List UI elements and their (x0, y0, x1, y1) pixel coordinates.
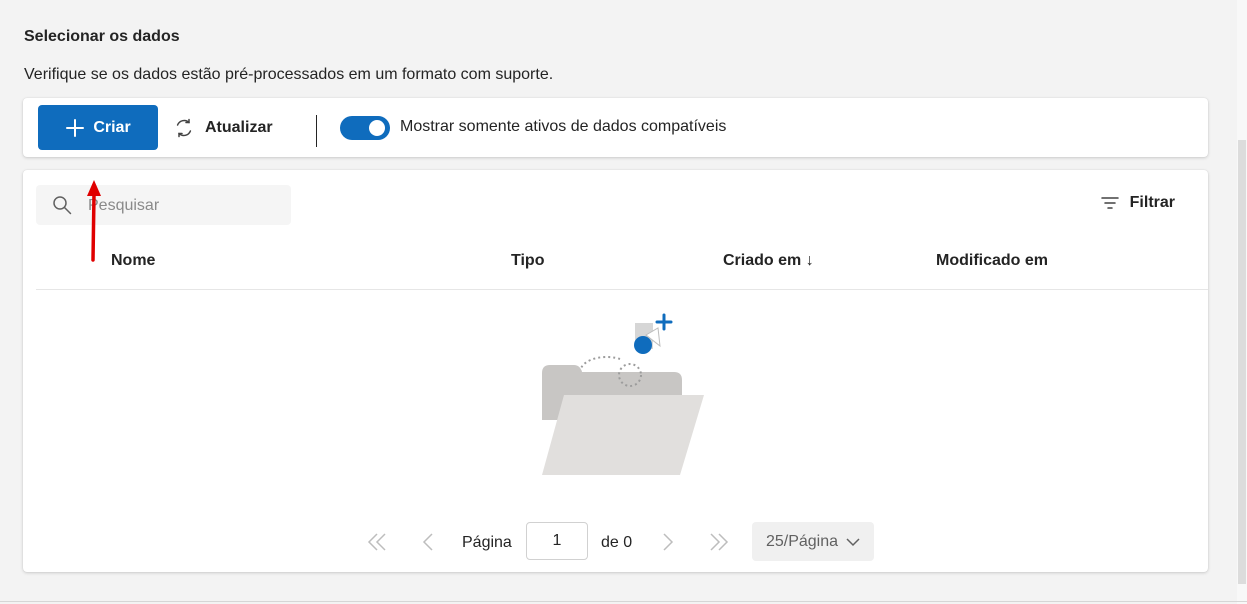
table-header-divider (36, 289, 1208, 290)
toggle-knob (369, 120, 385, 136)
scrollbar[interactable] (1237, 0, 1247, 604)
plus-icon (66, 118, 85, 137)
data-assets-panel: Filtrar Nome Tipo Criado em ↓ Modificado… (23, 170, 1208, 572)
filter-icon (1100, 197, 1119, 209)
column-header-created[interactable]: Criado em ↓ (723, 252, 814, 270)
chevron-down-icon (846, 537, 860, 546)
annotation-arrow-icon (87, 180, 101, 262)
section-description: Verifique se os dados estão pré-processa… (24, 66, 554, 83)
column-header-modified[interactable]: Modificado em (936, 252, 1048, 270)
refresh-button-label: Atualizar (205, 118, 273, 136)
column-header-name[interactable]: Nome (111, 252, 155, 270)
column-header-type[interactable]: Tipo (511, 252, 544, 270)
search-input[interactable] (86, 193, 280, 219)
scrollbar-thumb[interactable] (1238, 140, 1246, 584)
pagination: Página de 0 25/Página (23, 522, 1208, 562)
search-icon (53, 196, 72, 215)
last-page-icon[interactable] (708, 532, 730, 552)
filter-label: Filtrar (1129, 194, 1175, 211)
toggle-label: Mostrar somente ativos de dados compatív… (400, 118, 727, 135)
refresh-button[interactable]: Atualizar (173, 105, 273, 150)
bottom-divider (0, 601, 1247, 602)
empty-folder-illustration (542, 313, 704, 475)
page-number-input[interactable] (526, 522, 588, 560)
create-button[interactable]: Criar (38, 105, 158, 150)
toolbar-divider (316, 115, 317, 147)
first-page-icon[interactable] (366, 532, 388, 552)
page-total-label: de 0 (601, 534, 633, 551)
next-page-icon[interactable] (661, 532, 675, 552)
previous-page-icon[interactable] (421, 532, 435, 552)
page-label: Página (462, 534, 512, 551)
page-size-label: 25/Página (765, 532, 839, 550)
toolbar: Criar Atualizar Mostrar somente ativos d… (23, 98, 1208, 157)
page-size-dropdown[interactable]: 25/Página (752, 522, 874, 561)
create-button-label: Criar (93, 118, 131, 136)
section-title: Selecionar os dados (24, 28, 180, 45)
compatible-assets-toggle[interactable] (340, 116, 390, 140)
search-box[interactable] (36, 185, 291, 225)
filter-button[interactable]: Filtrar (1100, 194, 1175, 212)
refresh-icon (176, 118, 192, 137)
